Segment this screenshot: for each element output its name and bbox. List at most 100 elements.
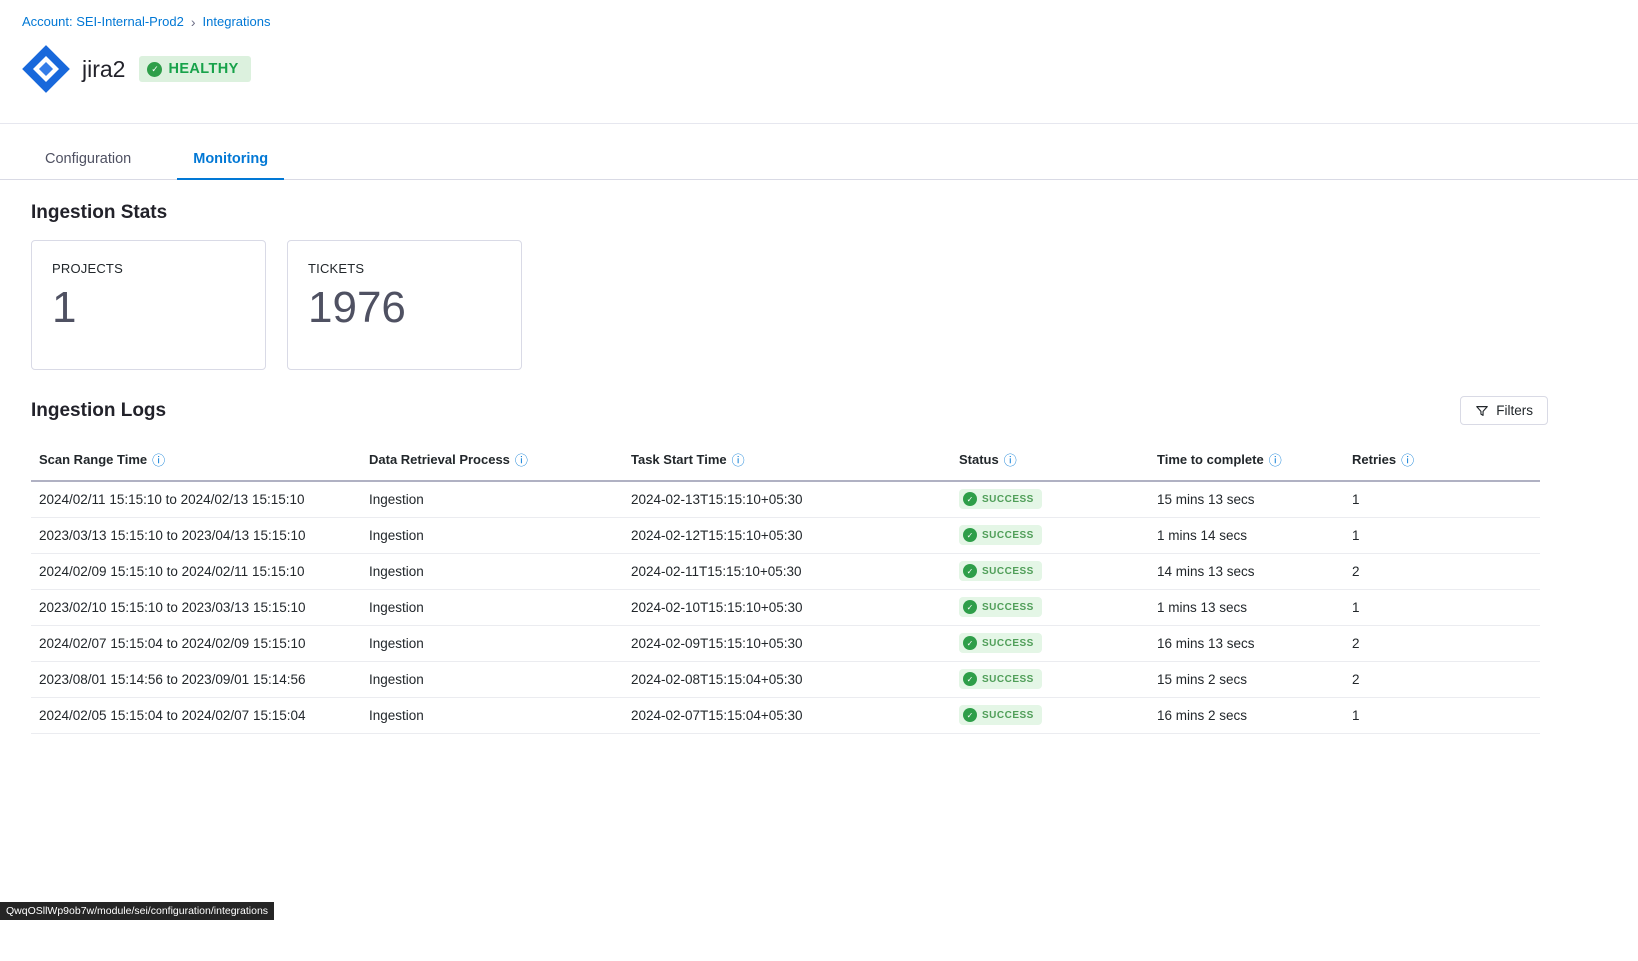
cell-task-start-time: 2024-02-10T15:15:10+05:30 (623, 589, 951, 625)
cell-task-start-time: 2024-02-09T15:15:10+05:30 (623, 625, 951, 661)
status-badge: ✓ SUCCESS (959, 561, 1042, 581)
check-circle-icon: ✓ (963, 528, 977, 542)
breadcrumb: Account: SEI-Internal-Prod2 › Integratio… (20, 14, 1638, 29)
cell-scan-range-time: 2023/03/13 15:15:10 to 2023/04/13 15:15:… (31, 517, 361, 553)
info-icon[interactable]: ⓘ (1401, 453, 1414, 468)
cell-retries: 1 (1344, 589, 1540, 625)
cell-scan-range-time: 2024/02/09 15:15:10 to 2024/02/11 15:15:… (31, 553, 361, 589)
stat-card-label: PROJECTS (52, 261, 245, 276)
page-title: jira2 (82, 56, 125, 83)
log-row: 2023/02/10 15:15:10 to 2023/03/13 15:15:… (31, 589, 1540, 625)
info-icon[interactable]: ⓘ (515, 453, 528, 468)
logs-header-row: Scan Range Timeⓘ Data Retrieval Process ⓘ T… (31, 439, 1540, 481)
column-label: Task Start Time (631, 452, 727, 467)
page-header: Account: SEI-Internal-Prod2 › Integratio… (0, 0, 1638, 124)
status-badge: ✓ SUCCESS (959, 597, 1042, 617)
status-badge: ✓ SUCCESS (959, 525, 1042, 545)
log-row: 2024/02/07 15:15:04 to 2024/02/09 15:15:… (31, 625, 1540, 661)
check-circle-icon: ✓ (963, 564, 977, 578)
column-label: Time to complete (1157, 452, 1264, 467)
status-badge: ✓ SUCCESS (959, 489, 1042, 509)
cell-time-to-complete: 16 mins 13 secs (1149, 625, 1344, 661)
column-label: Status (959, 452, 999, 467)
log-row: 2023/03/13 15:15:10 to 2023/04/13 15:15:… (31, 517, 1540, 553)
tab-monitoring[interactable]: Monitoring (177, 142, 284, 179)
check-circle-icon: ✓ (963, 672, 977, 686)
link-status-bar: QwqOSllWp9ob7w/module/sei/configuration/… (0, 902, 274, 920)
cell-data-retrieval-process: Ingestion (361, 697, 623, 733)
cell-time-to-complete: 15 mins 13 secs (1149, 481, 1344, 517)
cell-data-retrieval-process: Ingestion (361, 481, 623, 517)
column-header-data-retrieval-process: Data Retrieval Process ⓘ (361, 439, 623, 481)
column-label: Data Retrieval Process (369, 452, 510, 467)
cell-task-start-time: 2024-02-08T15:15:04+05:30 (623, 661, 951, 697)
info-icon[interactable]: ⓘ (1004, 453, 1017, 468)
main-content: Ingestion Stats PROJECTS 1 TICKETS1976 Ing… (0, 202, 1638, 734)
ingestion-logs-heading: Ingestion Logs (31, 400, 166, 422)
status-badge: ✓ SUCCESS (959, 633, 1042, 653)
integration-title-row: jira2 ✓ HEALTHY (20, 43, 1638, 123)
logs-table-body: 2024/02/11 15:15:10 to 2024/02/13 15:15:… (31, 481, 1540, 733)
cell-time-to-complete: 15 mins 2 secs (1149, 661, 1344, 697)
cell-status: ✓ SUCCESS (951, 625, 1149, 661)
stat-cards: PROJECTS 1 TICKETS1976 (31, 240, 1540, 370)
log-row: 2024/02/09 15:15:10 to 2024/02/11 15:15:… (31, 553, 1540, 589)
status-label: SUCCESS (982, 566, 1034, 577)
info-icon[interactable]: ⓘ (152, 453, 165, 468)
cell-retries: 1 (1344, 481, 1540, 517)
filters-label: Filters (1496, 403, 1533, 418)
tab-configuration[interactable]: Configuration (29, 142, 147, 179)
check-circle-icon: ✓ (963, 600, 977, 614)
info-icon[interactable]: ⓘ (1269, 453, 1282, 468)
stat-card-label: TICKETS (308, 261, 501, 276)
status-label: SUCCESS (982, 602, 1034, 613)
health-status-label: HEALTHY (168, 61, 238, 77)
column-header-status: Status ⓘ (951, 439, 1149, 481)
log-row: 2023/08/01 15:14:56 to 2023/09/01 15:14:… (31, 661, 1540, 697)
cell-time-to-complete: 1 mins 13 secs (1149, 589, 1344, 625)
cell-data-retrieval-process: Ingestion (361, 661, 623, 697)
cell-retries: 1 (1344, 517, 1540, 553)
cell-task-start-time: 2024-02-07T15:15:04+05:30 (623, 697, 951, 733)
log-row: 2024/02/05 15:15:04 to 2024/02/07 15:15:… (31, 697, 1540, 733)
health-status-badge: ✓ HEALTHY (139, 56, 250, 82)
stat-card-value: 1 (52, 284, 245, 332)
cell-time-to-complete: 14 mins 13 secs (1149, 553, 1344, 589)
check-circle-icon: ✓ (963, 492, 977, 506)
cell-status: ✓ SUCCESS (951, 517, 1149, 553)
cell-data-retrieval-process: Ingestion (361, 589, 623, 625)
breadcrumb-account-link[interactable]: Account: SEI-Internal-Prod2 (22, 14, 184, 29)
check-circle-icon: ✓ (147, 62, 162, 77)
status-label: SUCCESS (982, 638, 1034, 649)
cell-retries: 2 (1344, 661, 1540, 697)
cell-status: ✓ SUCCESS (951, 481, 1149, 517)
status-label: SUCCESS (982, 530, 1034, 541)
cell-time-to-complete: 16 mins 2 secs (1149, 697, 1344, 733)
cell-data-retrieval-process: Ingestion (361, 517, 623, 553)
stat-card-tickets: TICKETS1976 (287, 240, 522, 370)
check-circle-icon: ✓ (963, 636, 977, 650)
cell-task-start-time: 2024-02-12T15:15:10+05:30 (623, 517, 951, 553)
ingestion-logs-table: Scan Range Timeⓘ Data Retrieval Process ⓘ T… (31, 439, 1540, 734)
cell-task-start-time: 2024-02-11T15:15:10+05:30 (623, 553, 951, 589)
cell-status: ✓SUCCESS (951, 697, 1149, 733)
ingestion-stats-heading: Ingestion Stats (31, 202, 1540, 224)
status-label: SUCCESS (982, 494, 1034, 505)
cell-scan-range-time: 2024/02/11 15:15:10 to 2024/02/13 15:15:… (31, 481, 361, 517)
column-label: Retries (1352, 452, 1396, 467)
chevron-right-icon: › (191, 15, 196, 29)
cell-scan-range-time: 2023/02/10 15:15:10 to 2023/03/13 15:15:… (31, 589, 361, 625)
column-header-retries: Retries ⓘ (1344, 439, 1540, 481)
stat-card-projects: PROJECTS 1 (31, 240, 266, 370)
filters-button[interactable]: Filters (1460, 396, 1548, 425)
status-badge: ✓SUCCESS (959, 669, 1042, 689)
cell-data-retrieval-process: Ingestion (361, 625, 623, 661)
breadcrumb-integrations-link[interactable]: Integrations (203, 14, 271, 29)
column-header-scan-range-time: Scan Range Timeⓘ (31, 439, 361, 481)
info-icon[interactable]: ⓘ (732, 453, 745, 468)
log-row: 2024/02/11 15:15:10 to 2024/02/13 15:15:… (31, 481, 1540, 517)
cell-scan-range-time: 2023/08/01 15:14:56 to 2023/09/01 15:14:… (31, 661, 361, 697)
cell-status: ✓ SUCCESS (951, 589, 1149, 625)
jira-logo-icon (20, 43, 72, 95)
filter-funnel-icon (1475, 404, 1489, 418)
